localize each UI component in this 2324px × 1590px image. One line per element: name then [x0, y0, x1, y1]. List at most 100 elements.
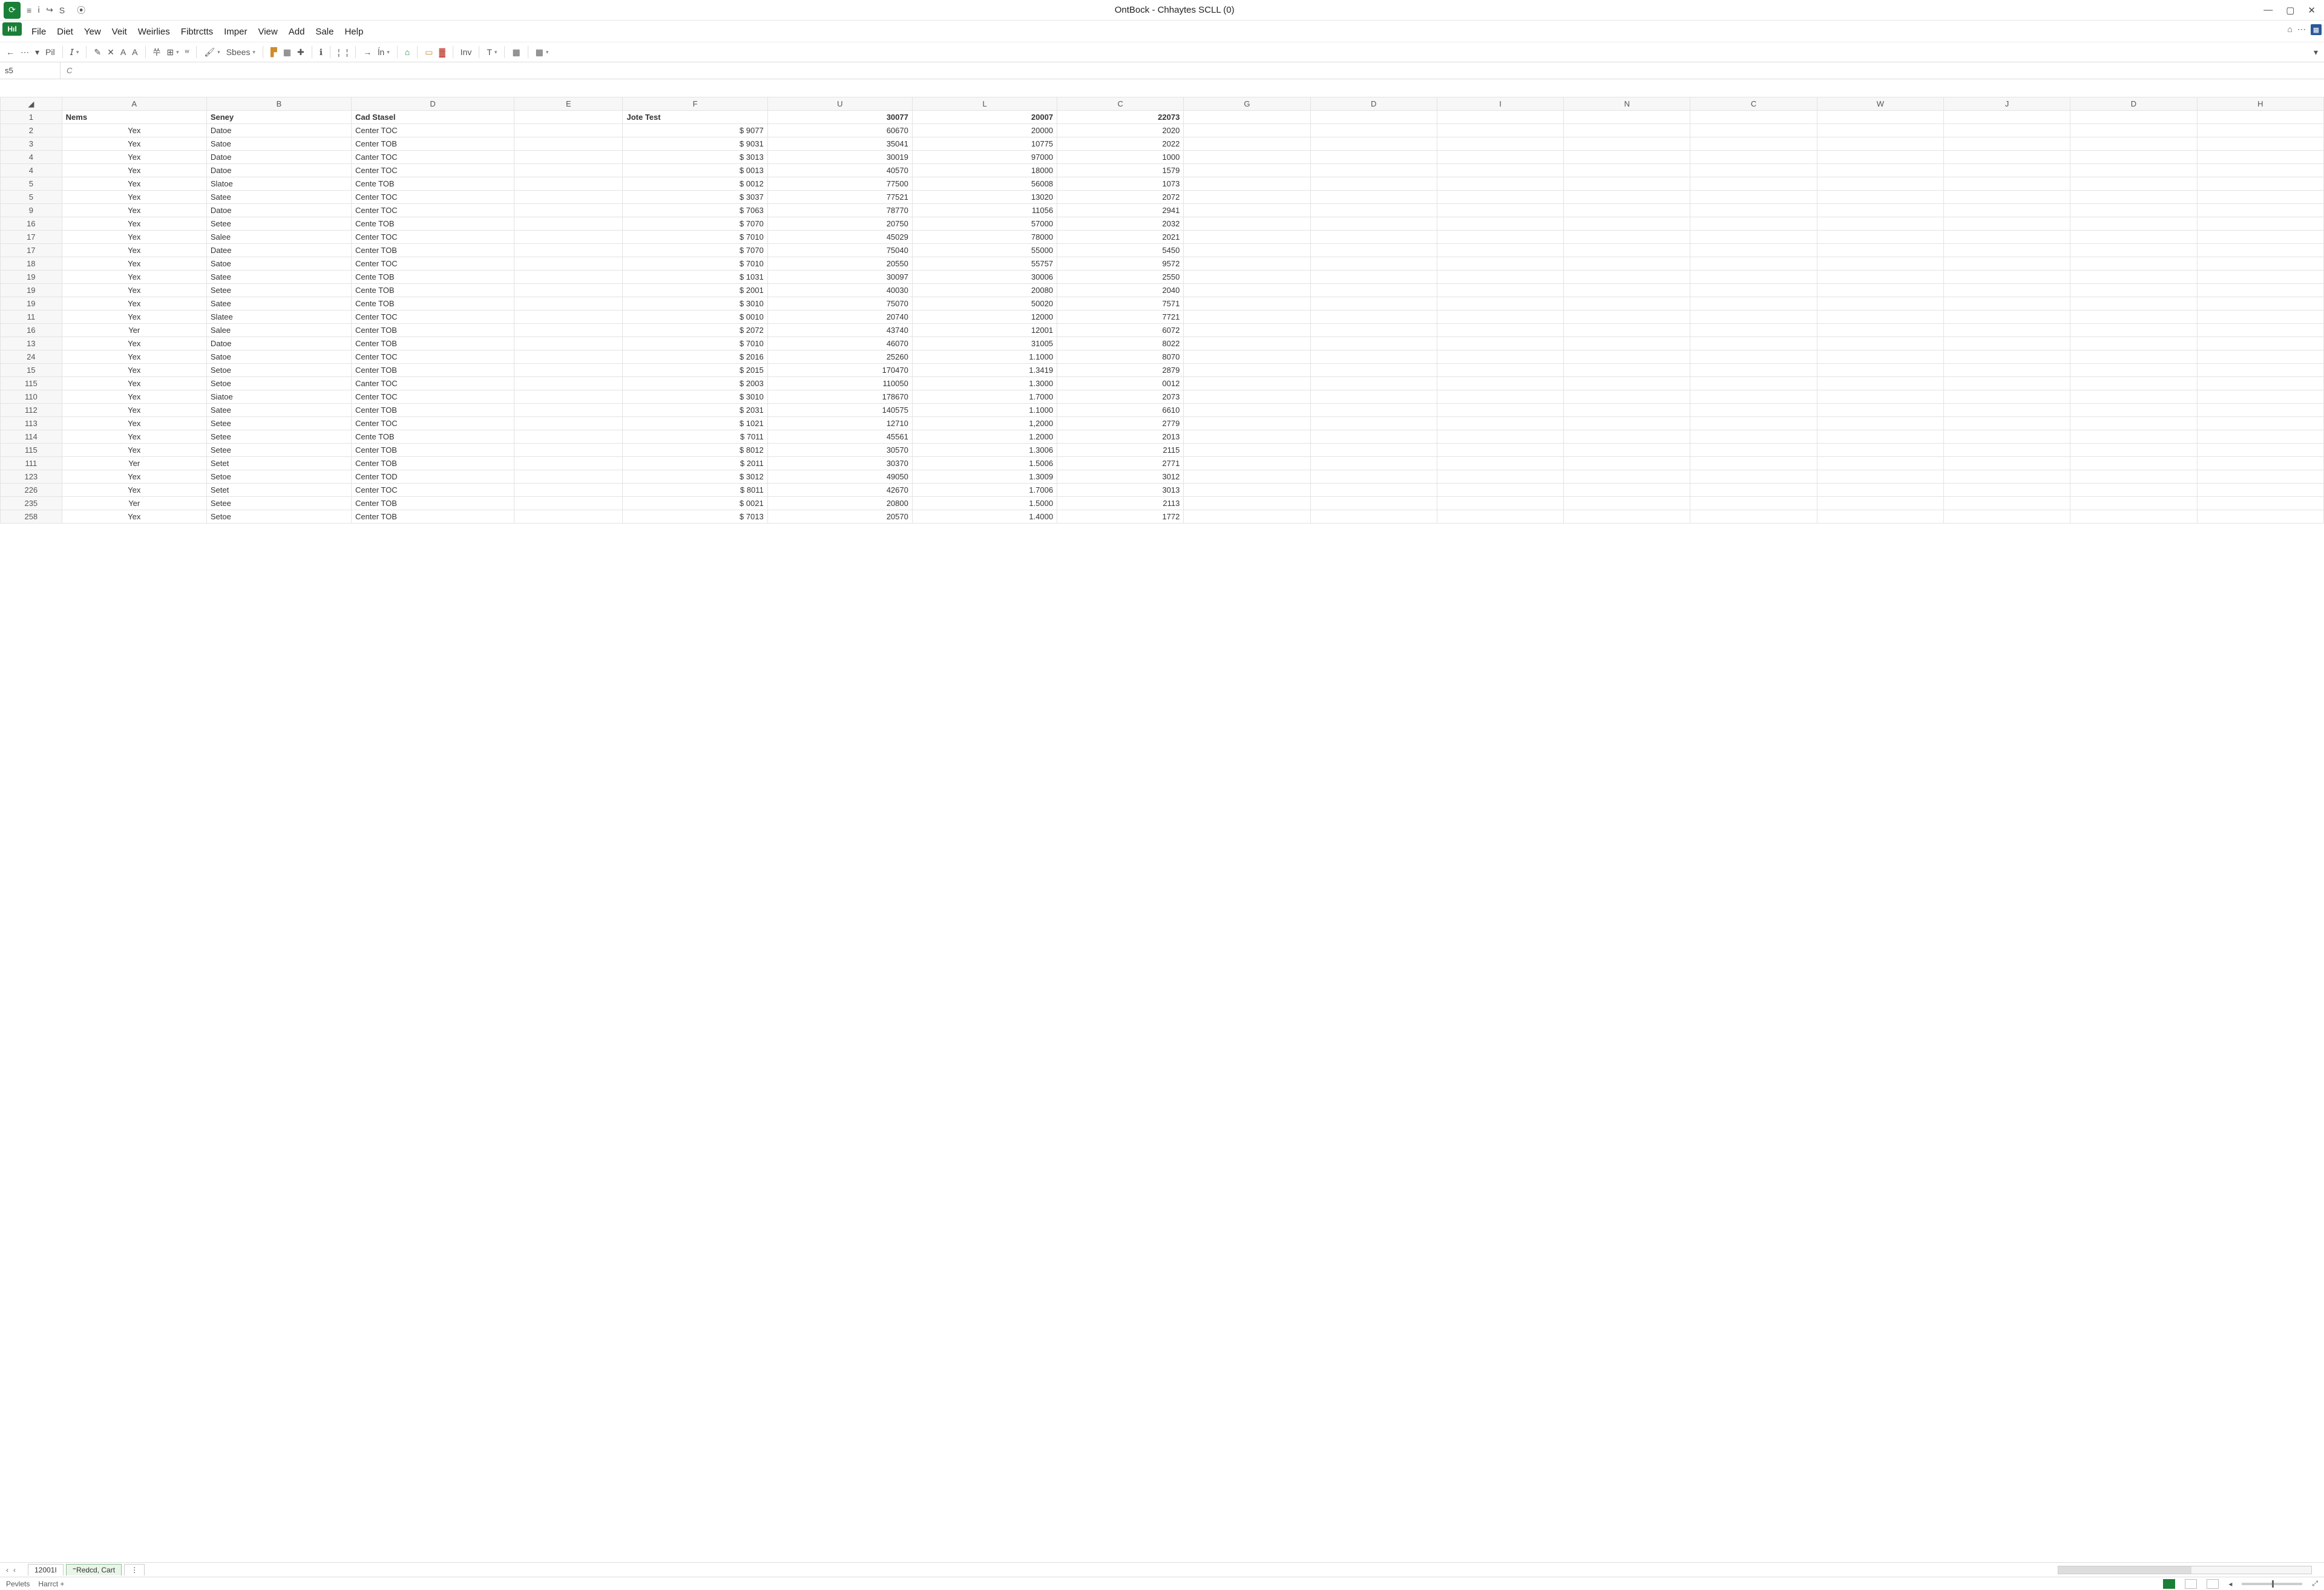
cell[interactable]: 2779 — [1057, 417, 1184, 430]
menu-add[interactable]: Add — [289, 27, 305, 37]
cell[interactable] — [1184, 337, 1310, 350]
spreadsheet-grid[interactable]: ◢ABDEFULCGDINCWJDH1NemsSeneyCad StaselJo… — [0, 97, 2324, 1562]
cell[interactable]: Yex — [62, 417, 206, 430]
cell[interactable] — [2070, 404, 2197, 417]
cell[interactable] — [1564, 470, 1690, 484]
cell[interactable]: Yex — [62, 350, 206, 364]
cell[interactable]: 2020 — [1057, 124, 1184, 137]
cell[interactable]: Center TOC — [352, 417, 514, 430]
cell[interactable]: $ 7063 — [623, 204, 767, 217]
cell[interactable] — [2197, 271, 2323, 284]
cell[interactable] — [1564, 177, 1690, 191]
cell[interactable]: 56008 — [912, 177, 1057, 191]
cell[interactable]: $ 7011 — [623, 430, 767, 444]
cell[interactable] — [1690, 390, 1817, 404]
cell[interactable] — [1310, 497, 1437, 510]
sheet-tab[interactable]: ⁼Redcd, Cart — [66, 1564, 122, 1575]
row-header[interactable]: 4 — [1, 151, 62, 164]
cell[interactable] — [1690, 324, 1817, 337]
cell[interactable]: 55757 — [912, 257, 1057, 271]
cell[interactable]: Center TOB — [352, 497, 514, 510]
cell[interactable]: Cad Stasel — [352, 111, 514, 124]
row-header[interactable]: 19 — [1, 297, 62, 310]
cell[interactable] — [1817, 390, 1943, 404]
cell[interactable] — [2070, 137, 2197, 151]
cell[interactable] — [514, 390, 623, 404]
toolbar-drop1[interactable]: ▾ — [35, 47, 39, 57]
cell[interactable] — [2070, 364, 2197, 377]
cell[interactable]: 45561 — [767, 430, 912, 444]
row-header[interactable]: 1 — [1, 111, 62, 124]
toolbar-home[interactable]: ⌂ — [405, 47, 410, 57]
cell[interactable] — [1690, 510, 1817, 524]
status-left-2[interactable]: Harrct + — [38, 1580, 64, 1588]
cell[interactable] — [1184, 164, 1310, 177]
cell[interactable]: $ 2011 — [623, 457, 767, 470]
menu-fibtrctts[interactable]: Fibtrctts — [181, 27, 213, 37]
cell[interactable]: Center TOC — [352, 310, 514, 324]
cell[interactable]: 178670 — [767, 390, 912, 404]
cell[interactable] — [1944, 417, 2070, 430]
cell[interactable]: Nems — [62, 111, 206, 124]
cell[interactable] — [1817, 137, 1943, 151]
sheet-tab[interactable]: 12001I — [28, 1564, 64, 1575]
hil-badge[interactable]: Hıl — [2, 22, 22, 36]
toolbar-i2[interactable]: ¦ — [346, 47, 349, 57]
cell[interactable] — [1944, 470, 2070, 484]
cell[interactable] — [1310, 151, 1437, 164]
cell[interactable]: Cente TOB — [352, 217, 514, 231]
row-header[interactable]: 17 — [1, 244, 62, 257]
col-header-H[interactable]: H — [2197, 97, 2323, 111]
cell[interactable] — [514, 151, 623, 164]
cell[interactable] — [2197, 430, 2323, 444]
cell[interactable] — [1944, 510, 2070, 524]
toolbar-back-icon[interactable]: ← — [6, 47, 15, 57]
scrollbar-thumb[interactable] — [2058, 1566, 2191, 1574]
cell[interactable]: Setee — [206, 284, 351, 297]
cell[interactable]: $ 7010 — [623, 257, 767, 271]
cell[interactable]: Yex — [62, 244, 206, 257]
cell[interactable] — [1184, 510, 1310, 524]
cell[interactable] — [1564, 124, 1690, 137]
cell[interactable] — [1564, 191, 1690, 204]
cell[interactable]: $ 8011 — [623, 484, 767, 497]
toolbar-info[interactable]: ℹ — [320, 47, 323, 57]
col-header-I[interactable]: I — [1437, 97, 1563, 111]
col-header-U[interactable]: U — [767, 97, 912, 111]
cell[interactable] — [514, 177, 623, 191]
cell[interactable]: $ 8012 — [623, 444, 767, 457]
cell[interactable] — [1564, 404, 1690, 417]
cell[interactable]: Datoe — [206, 151, 351, 164]
cell[interactable] — [1184, 244, 1310, 257]
col-header-L[interactable]: L — [912, 97, 1057, 111]
cell[interactable] — [1310, 124, 1437, 137]
cell[interactable] — [514, 350, 623, 364]
cell[interactable] — [514, 217, 623, 231]
cell[interactable] — [1944, 364, 2070, 377]
cell[interactable] — [1437, 137, 1563, 151]
cell[interactable] — [514, 204, 623, 217]
cell[interactable]: 55000 — [912, 244, 1057, 257]
cell[interactable]: 12710 — [767, 417, 912, 430]
cell[interactable]: $ 7070 — [623, 217, 767, 231]
cell[interactable] — [1690, 404, 1817, 417]
cell[interactable] — [1310, 111, 1437, 124]
cell[interactable]: 2073 — [1057, 390, 1184, 404]
cell[interactable]: Yex — [62, 310, 206, 324]
cell[interactable] — [1564, 271, 1690, 284]
cell[interactable] — [514, 364, 623, 377]
cell[interactable] — [1944, 430, 2070, 444]
cell[interactable] — [1310, 430, 1437, 444]
cell[interactable] — [2197, 350, 2323, 364]
cell[interactable] — [2070, 350, 2197, 364]
row-header[interactable]: 113 — [1, 417, 62, 430]
cell[interactable] — [1944, 137, 2070, 151]
cell[interactable] — [1690, 231, 1817, 244]
toolbar-align[interactable]: ⊞ — [166, 47, 179, 57]
cell[interactable] — [1437, 204, 1563, 217]
cell[interactable] — [514, 404, 623, 417]
cell[interactable] — [2197, 217, 2323, 231]
cell[interactable]: $ 2015 — [623, 364, 767, 377]
cell[interactable]: Yex — [62, 231, 206, 244]
cell[interactable] — [1690, 111, 1817, 124]
